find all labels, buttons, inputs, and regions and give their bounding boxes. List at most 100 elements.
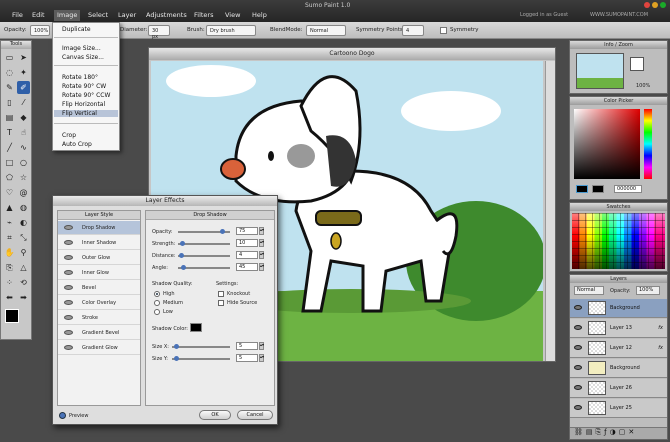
eye-icon[interactable] <box>574 385 582 390</box>
menu-edit[interactable]: Edit <box>32 11 45 19</box>
pen-tool-icon[interactable]: ⌁ <box>3 216 16 229</box>
minimize-icon[interactable] <box>652 2 658 8</box>
close-icon[interactable] <box>644 2 650 8</box>
menu-item-auto-crop[interactable]: Auto Crop <box>62 141 92 148</box>
vertical-scrollbar[interactable] <box>545 61 555 361</box>
dodge-tool-icon[interactable]: ◐ <box>17 216 30 229</box>
hide-source-checkbox[interactable] <box>218 300 224 306</box>
menu-filters[interactable]: Filters <box>194 11 213 19</box>
layer-row[interactable]: Layer 25 <box>570 399 667 418</box>
gradient-tool-icon[interactable]: ▤ <box>3 111 16 124</box>
sharpen-tool-icon[interactable]: △ <box>17 261 30 274</box>
color-field[interactable] <box>574 109 640 179</box>
opacity-field[interactable]: 100% <box>30 25 50 36</box>
replace-tool-icon[interactable]: ⟲ <box>17 276 30 289</box>
spinner[interactable]: ▴▾ <box>259 263 264 271</box>
shape-tool-icon[interactable]: ♡ <box>3 186 16 199</box>
layer-row[interactable]: Background <box>570 359 667 378</box>
polygon-tool-icon[interactable]: ⬠ <box>3 171 16 184</box>
zoom-value[interactable]: 100% <box>636 83 650 89</box>
eye-icon[interactable] <box>64 345 73 350</box>
menu-adjustments[interactable]: Adjustments <box>146 11 187 19</box>
quality-medium-radio[interactable] <box>154 300 160 306</box>
spinner[interactable]: ▴▾ <box>259 239 264 247</box>
smudge-tool-icon[interactable]: ☝ <box>17 126 30 139</box>
menu-item-rotate-90-cw[interactable]: Rotate 90° CW <box>62 83 106 90</box>
new-layer-icon[interactable]: ▢ <box>619 428 629 436</box>
layer-opacity-field[interactable]: 100% <box>636 286 660 295</box>
clone-tool-icon[interactable]: ⎘ <box>3 261 16 274</box>
menu-item-image-size[interactable]: Image Size... <box>62 45 101 52</box>
menu-item-duplicate[interactable]: Duplicate <box>62 26 91 33</box>
quality-low-radio[interactable] <box>154 309 160 315</box>
navigator-thumbnail[interactable] <box>576 53 624 89</box>
menu-item-rotate-90-ccw[interactable]: Rotate 90° CCW <box>62 92 110 99</box>
slider-knob[interactable] <box>220 229 225 234</box>
cancel-button[interactable]: Cancel <box>237 410 273 420</box>
layer-row[interactable]: Layer 13 fx <box>570 319 667 338</box>
menu-view[interactable]: View <box>225 11 240 19</box>
slider-knob[interactable] <box>181 265 186 270</box>
eye-icon[interactable] <box>574 405 582 410</box>
eraser-tool-icon[interactable]: ▯ <box>3 96 16 109</box>
eye-icon[interactable] <box>64 315 73 320</box>
menu-item-flip-horizontal[interactable]: Flip Horizontal <box>62 101 105 108</box>
angle-slider[interactable] <box>178 265 230 270</box>
size-x-field[interactable]: 5 <box>236 342 258 350</box>
style-inner-shadow[interactable]: Inner Shadow <box>58 236 140 250</box>
crop-tool-icon[interactable]: ⌗ <box>3 231 16 244</box>
hex-field[interactable]: 000000 <box>614 185 642 193</box>
style-gradient-glow[interactable]: Gradient Glow <box>58 341 140 355</box>
maximize-icon[interactable] <box>660 2 666 8</box>
magic-wand-icon[interactable]: ✦ <box>17 66 30 79</box>
style-stroke[interactable]: Stroke <box>58 311 140 325</box>
duplicate-layer-icon[interactable]: ⎘ <box>596 428 605 436</box>
stamp-tool-icon[interactable]: ▲ <box>3 201 16 214</box>
opacity-param-field[interactable]: 75 <box>236 227 258 235</box>
hand-tool-icon[interactable]: ✋ <box>3 246 16 259</box>
distance-param-field[interactable]: 4 <box>236 251 258 259</box>
layer-row[interactable]: Background <box>570 299 667 318</box>
move-tool-icon[interactable]: ➤ <box>17 51 30 64</box>
eye-icon[interactable] <box>64 225 73 230</box>
menu-item-crop[interactable]: Crop <box>62 132 76 139</box>
spiral-tool-icon[interactable]: @ <box>17 186 30 199</box>
layer-blend-select[interactable]: Normal <box>574 286 604 295</box>
eyedropper-icon[interactable]: ⁄ <box>17 96 30 109</box>
menu-image[interactable]: Image <box>54 10 81 21</box>
angle-param-field[interactable]: 45 <box>236 263 258 271</box>
eye-icon[interactable] <box>64 240 73 245</box>
new-folder-icon[interactable]: ▤ <box>586 428 596 436</box>
zoom-tool-icon[interactable]: ⚲ <box>17 246 30 259</box>
eye-icon[interactable] <box>574 365 582 370</box>
transform-tool-icon[interactable]: ⤡ <box>17 231 30 244</box>
star-tool-icon[interactable]: ☆ <box>17 171 30 184</box>
site-link[interactable]: WWW.SUMOPAINT.COM <box>590 12 648 18</box>
opacity-slider[interactable] <box>178 229 230 234</box>
menu-select[interactable]: Select <box>88 11 108 19</box>
blend-select[interactable]: Normal <box>306 25 346 36</box>
slider-knob[interactable] <box>179 253 184 258</box>
diameter-field[interactable]: 30 px <box>148 25 170 40</box>
preview-checkbox[interactable] <box>59 412 66 419</box>
menu-item-canvas-size[interactable]: Canvas Size... <box>62 54 104 61</box>
slider-knob[interactable] <box>180 241 185 246</box>
current-color-swatch[interactable] <box>576 185 588 193</box>
spinner[interactable]: ▴▾ <box>259 354 264 362</box>
spinner[interactable]: ▴▾ <box>259 251 264 259</box>
distance-slider[interactable] <box>178 253 230 258</box>
arrow-right-icon[interactable]: ➡ <box>17 291 30 304</box>
spinner[interactable]: ▴▾ <box>259 227 264 235</box>
layer-row[interactable]: Layer 12 fx <box>570 339 667 358</box>
menu-item-rotate-180[interactable]: Rotate 180° <box>62 74 98 81</box>
menu-file[interactable]: File <box>12 11 23 19</box>
text-tool-icon[interactable]: T <box>3 126 16 139</box>
style-outer-glow[interactable]: Outer Glow <box>58 251 140 265</box>
quality-high-radio[interactable] <box>154 291 160 297</box>
symmetry-checkbox[interactable] <box>440 27 447 34</box>
layer-row[interactable]: Layer 26 <box>570 379 667 398</box>
swatch-grid[interactable] <box>572 213 665 269</box>
style-drop-shadow[interactable]: Drop Shadow <box>58 221 140 235</box>
pencil-tool-icon[interactable]: ✎ <box>3 81 16 94</box>
fx-icon[interactable]: fx <box>658 345 663 351</box>
